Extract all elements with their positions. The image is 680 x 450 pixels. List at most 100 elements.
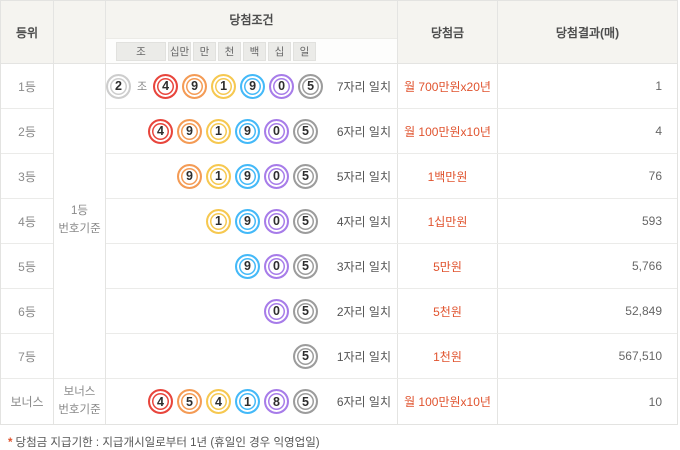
unit-box-100k: 십만 — [168, 41, 191, 61]
number-ball: 9 — [177, 118, 202, 144]
rank-cell: 1등 — [1, 64, 53, 109]
rank-cell: 6등 — [1, 289, 53, 334]
number-ball: 5 — [293, 118, 318, 144]
table-row: 9 1 9 0 5 5자리 일치 1백만원 76 — [106, 154, 677, 199]
asterisk-marker: * — [8, 437, 13, 449]
header-prize: 당첨금 — [398, 1, 498, 63]
table-row: 1 9 0 5 4자리 일치 1십만원 593 — [106, 199, 677, 244]
number-ball: 1 — [206, 118, 231, 144]
number-ball: 1 — [206, 208, 231, 234]
ball-group: 05 — [264, 298, 318, 324]
prize-amount: 월 700만원x20년 — [398, 64, 498, 108]
winner-count: 5,766 — [631, 259, 662, 273]
number-ball: 5 — [293, 163, 318, 189]
number-ball: 5 — [293, 208, 318, 234]
ball-group: 491905 — [148, 118, 318, 144]
number-ball: 8 — [264, 389, 289, 414]
header-rank: 등위 — [1, 1, 54, 63]
unit-box-10k: 만 — [193, 41, 216, 61]
header-result: 당첨결과(매) — [498, 1, 677, 63]
match-condition-label: 6자리 일치 — [336, 395, 391, 409]
basis-label-line: 번호기준 — [58, 223, 101, 235]
unit-box-jo: 조 — [116, 41, 166, 61]
table-header: 등위 당첨조건 조 십만 만 천 백 십 일 당첨금 당첨결과(매) — [1, 1, 677, 64]
prize-amount: 5천원 — [398, 289, 498, 333]
bonus-basis-cell: 보너스 번호기준 — [54, 379, 105, 424]
winning-condition-cell: 0 5 2자리 일치 — [106, 289, 398, 333]
number-ball: 1 — [235, 389, 260, 414]
prize-amount: 1백만원 — [398, 154, 498, 198]
number-ball: 5 — [293, 253, 318, 279]
rank-cell: 3등 — [1, 154, 53, 199]
ball-group: 905 — [235, 253, 318, 279]
winner-count: 567,510 — [618, 349, 662, 363]
number-ball: 9 — [235, 208, 260, 234]
number-ball: 9 — [240, 73, 266, 99]
number-ball: 4 — [153, 73, 179, 99]
winner-count: 76 — [648, 169, 662, 183]
table-row: 2 조 4 9 1 9 0 5 7자리 일치 월 700만원x20년 1 — [106, 64, 677, 109]
winner-count: 10 — [648, 394, 662, 409]
table-body: 1등 2등 3등 4등 5등 6등 7등 보너스 1등 번호기준 보너스 번호기준 2조491… — [1, 64, 677, 424]
digit-unit-row: 조 십만 만 천 백 십 일 — [106, 39, 397, 63]
number-ball: 9 — [177, 163, 202, 189]
payment-deadline-note: * 당첨금 지급기한 : 지급개시일로부터 1년 (휴일인 경우 익영업일) — [8, 434, 680, 450]
winner-count: 4 — [655, 124, 662, 138]
match-condition-label: 7자리 일치 — [336, 79, 391, 94]
winning-condition-cell: 4 5 4 1 8 5 6자리 일치 — [106, 379, 398, 424]
rank-cell: 7등 — [1, 334, 53, 379]
ball-group: 91905 — [177, 163, 318, 189]
ball-group: 2조491905 — [106, 73, 324, 99]
winning-condition-cell: 2 조 4 9 1 9 0 5 7자리 일치 — [106, 64, 398, 108]
ball-group: 5 — [293, 343, 318, 369]
rank-cell: 4등 — [1, 199, 53, 244]
winner-count: 52,849 — [625, 304, 662, 318]
basis-label-line: 번호기준 — [58, 403, 101, 416]
match-condition-label: 3자리 일치 — [336, 259, 391, 274]
table-row: 4 9 1 9 0 5 6자리 일치 월 100만원x10년 4 — [106, 109, 677, 154]
header-condition-title: 당첨조건 — [106, 1, 397, 39]
winner-count: 593 — [641, 214, 662, 228]
winning-condition-cell: 4 9 1 9 0 5 6자리 일치 — [106, 109, 398, 153]
number-ball: 5 — [293, 389, 318, 414]
number-ball: 9 — [235, 118, 260, 144]
prize-result-table: 등위 당첨조건 조 십만 만 천 백 십 일 당첨금 당첨결과(매) 1등 2등 3… — [0, 0, 678, 425]
number-ball: 0 — [264, 118, 289, 144]
table-row: 5 1자리 일치 1천원 567,510 — [106, 334, 677, 379]
winning-condition-cell: 9 1 9 0 5 5자리 일치 — [106, 154, 398, 198]
match-condition-label: 5자리 일치 — [336, 169, 391, 184]
match-condition-label: 4자리 일치 — [336, 214, 391, 229]
number-ball: 5 — [177, 389, 202, 414]
ball-group: 454185 — [148, 389, 318, 414]
number-basis-column: 1등 번호기준 보너스 번호기준 — [54, 64, 106, 424]
number-ball: 9 — [182, 73, 208, 99]
rank-cell: 보너스 — [10, 395, 44, 409]
first-prize-basis-cell: 1등 번호기준 — [54, 64, 105, 379]
header-spacer — [54, 1, 106, 63]
number-ball: 0 — [264, 253, 289, 279]
match-condition-label: 2자리 일치 — [336, 304, 391, 319]
prize-amount: 월 100만원x10년 — [398, 109, 498, 153]
prize-amount: 5만원 — [398, 244, 498, 288]
number-ball: 0 — [264, 163, 289, 189]
match-condition-label: 6자리 일치 — [336, 124, 391, 139]
prize-amount: 월 100만원x10년 — [398, 379, 498, 424]
basis-label-line: 보너스 — [63, 385, 96, 398]
footnote-text: 당첨금 지급기한 : 지급개시일로부터 1년 (휴일인 경우 익영업일) — [15, 437, 320, 449]
unit-box-100: 백 — [243, 41, 266, 61]
ball-group: 1905 — [206, 208, 318, 234]
number-ball: 5 — [298, 73, 324, 99]
number-ball: 9 — [235, 253, 260, 279]
number-ball: 0 — [264, 208, 289, 234]
match-condition-label: 1자리 일치 — [336, 349, 391, 364]
number-ball: 4 — [148, 389, 173, 414]
table-row: 9 0 5 3자리 일치 5만원 5,766 — [106, 244, 677, 289]
number-ball: 0 — [264, 298, 289, 324]
jo-unit-label: 조 — [137, 81, 148, 93]
table-row: 4 5 4 1 8 5 6자리 일치 월 100만원x10년 10 — [106, 379, 677, 424]
rank-column: 1등 2등 3등 4등 5등 6등 7등 보너스 — [1, 64, 54, 424]
header-condition: 당첨조건 조 십만 만 천 백 십 일 — [106, 1, 398, 63]
number-ball: 5 — [293, 343, 318, 369]
winner-count: 1 — [655, 79, 662, 93]
prize-amount: 1십만원 — [398, 199, 498, 243]
